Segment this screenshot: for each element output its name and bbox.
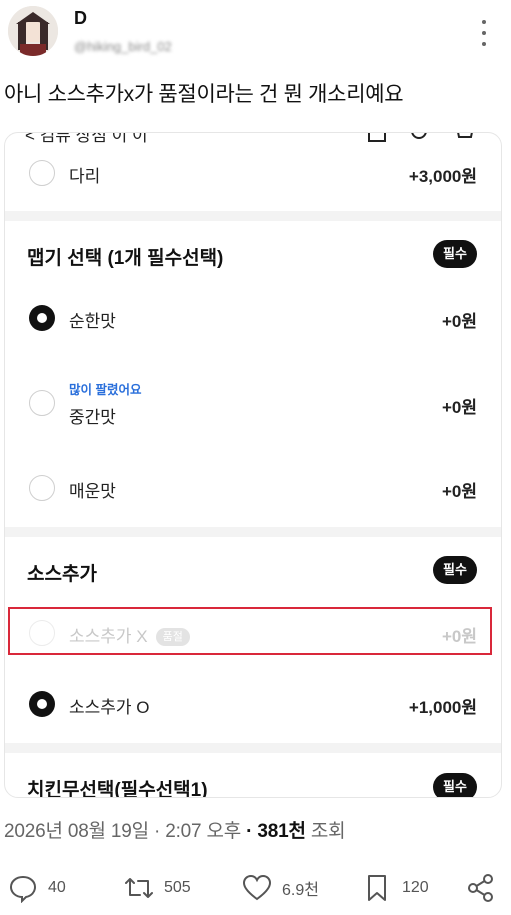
share-icon [468, 874, 493, 902]
like-count: 6.9천 [282, 882, 319, 899]
option-row[interactable]: 다리 +3,000원 [5, 143, 501, 203]
more-options-icon[interactable] [482, 20, 492, 46]
radio-button[interactable] [29, 475, 55, 501]
reply-icon [9, 875, 37, 903]
bookmark-icon [368, 875, 386, 901]
radio-button[interactable] [29, 390, 55, 416]
option-row[interactable]: 많이 팔렸어요 중간맛 +0원 [5, 373, 501, 433]
radio-button-selected[interactable] [29, 691, 55, 717]
reply-count: 40 [48, 879, 66, 896]
heart-icon [242, 874, 272, 901]
retweet-button[interactable]: 505 [124, 868, 191, 908]
option-row[interactable]: 소스추가 O +1,000원 [5, 674, 501, 734]
radio-button-selected[interactable] [29, 305, 55, 331]
attached-image[interactable]: < 컴퓨 상점 이 이 다리 +3,000원 맵기 선택 (1개 필수선택) 필… [4, 132, 502, 798]
required-badge: 필수 [433, 240, 477, 268]
tweet-meta: 2026년 08월 19일 · 2:07 오후 · 381천 조회 [4, 816, 346, 843]
view-label: 조회 [310, 821, 346, 842]
option-label: 순한맛 [69, 312, 116, 331]
share-button[interactable] [466, 868, 496, 908]
highlight-box [8, 607, 492, 655]
section-title: 치킨무선택(필수선택1) [27, 780, 208, 798]
option-price: +0원 [441, 312, 477, 331]
option-price: +0원 [441, 398, 477, 417]
view-count: 381천 [257, 821, 306, 842]
option-price: +0원 [441, 482, 477, 501]
option-label: 다리 [69, 167, 101, 186]
bookmark-button[interactable]: 120 [362, 868, 429, 908]
avatar[interactable] [8, 6, 58, 56]
option-price: +1,000원 [408, 698, 477, 717]
required-badge: 필수 [433, 773, 477, 797]
like-button[interactable]: 6.9천 [242, 868, 319, 908]
retweet-icon [125, 878, 153, 898]
option-row[interactable]: 매운맛 +0원 [5, 458, 501, 518]
tweet-text: 아니 소스추가x가 품절이라는 건 뭔 개소리예요 [4, 83, 404, 106]
section-divider [5, 743, 501, 753]
section-divider [5, 211, 501, 221]
section-title: 소스추가 [27, 564, 97, 585]
section-divider [5, 527, 501, 537]
author-handle[interactable]: @hiking_bird_02 [74, 38, 234, 56]
author-name[interactable]: D [74, 8, 87, 29]
option-price: +3,000원 [408, 167, 477, 186]
retweet-count: 505 [164, 879, 191, 896]
meta-separator: · [246, 821, 253, 842]
reply-button[interactable]: 40 [8, 868, 66, 908]
action-bar: 40 505 6.9천 120 [0, 868, 511, 908]
popular-tag: 많이 팔렸어요 [69, 383, 142, 397]
tweet-datetime[interactable]: 2026년 08월 19일 · 2:07 오후 [4, 821, 241, 842]
section-title: 맵기 선택 (1개 필수선택) [27, 248, 224, 269]
radio-button[interactable] [29, 160, 55, 186]
option-row[interactable]: 순한맛 +0원 [5, 288, 501, 348]
required-badge: 필수 [433, 556, 477, 584]
option-label: 매운맛 [69, 482, 116, 501]
bookmark-count: 120 [402, 879, 429, 896]
option-label: 중간맛 [69, 408, 116, 427]
option-label: 소스추가 O [69, 698, 150, 717]
